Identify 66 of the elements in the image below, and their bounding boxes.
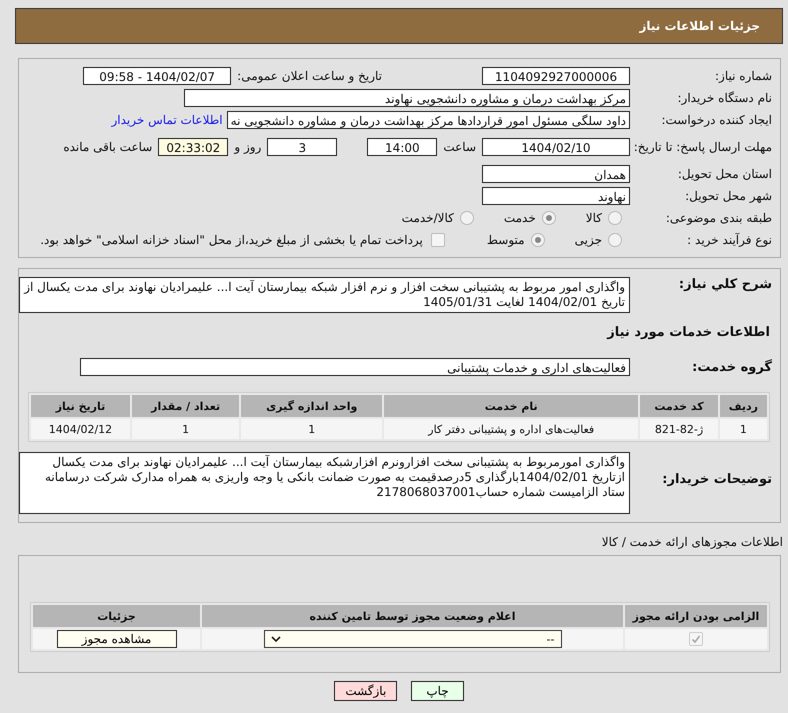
radio-label: خدمت [504,211,536,225]
field-label: تاریخ و ساعت اعلان عمومی: [237,69,382,83]
table-cell: 1 [132,419,240,439]
field-label: نوع فرآیند خرید : [686,233,773,247]
field-label: استان محل تحویل: [676,167,773,181]
field-label: گروه خدمت: [691,360,773,374]
field-label: شماره نیاز: [714,69,773,83]
table-cell: 1 [720,419,767,439]
section-heading: اطلاعات مجوزهای ارائه خدمت / کالا [600,535,783,549]
radio-label: کالا/خدمت [402,211,454,225]
column-header: الزامی بودن ارائه مجوز [625,605,767,627]
radio-button[interactable] [530,233,545,247]
announce-date-field: 1404/02/07 - 09:58 [83,67,232,85]
back-button[interactable]: بازگشت [334,681,398,701]
days-label: روز و [234,140,262,154]
description-field: واگذاری امور مربوط به پشتیبانی سخت افزار و نرم افزار شبکه بیمارستان آیت ا... علیمرادیان نهاوند برای مدت یکسال از تاریخ 1404/02/01 لغایت 1405/01/31 [19,277,630,313]
field-label: شرح کلي نياز: [678,277,773,292]
field-label: نام دستگاه خریدار: [676,91,773,105]
field-label: شهر محل تحویل: [684,189,773,203]
days-field: 3 [267,138,338,156]
print-button[interactable]: چاپ [411,681,464,701]
field-label: توضیحات خریدار: [661,471,773,487]
column-header: ردیف [720,395,767,417]
service-group-field: فعالیت‌های اداری و خدمات پشتیبانی [80,358,630,376]
column-header: تعداد / مقدار [132,395,240,417]
status-dropdown[interactable]: -- [264,630,562,648]
table-cell: 1 [241,419,382,439]
table-cell: 1404/02/12 [31,419,130,439]
column-header: تاریخ نیاز [31,395,130,417]
field-label: طبقه بندی موضوعی: [664,211,773,225]
column-header: جزئیات [33,605,200,627]
radio-button[interactable] [608,233,622,247]
requester-field: داود سلگی مسئول امور قراردادها مرکز بهداشت درمان و مشاوره دانشجویی نه [226,111,630,129]
checkmark-icon [691,634,701,644]
province-field: همدان [482,165,630,183]
checkbox[interactable] [689,632,703,646]
need-number-field: 1104092927000006 [482,67,630,85]
column-header: نام خدمت [384,395,638,417]
radio-button[interactable] [460,211,474,225]
column-header: اعلام وضعیت مجوز توسط تامین کننده [202,605,623,627]
field-label: مهلت ارسال پاسخ: تا تاریخ: [632,140,773,154]
radio-label: متوسط [486,233,525,247]
radio-label: جزیی [574,233,602,247]
view-permit-button[interactable]: مشاهده مجوز [56,630,176,648]
table-cell: فعالیت‌های اداره و پشتیبانی دفتر کار [384,419,638,439]
chevron-down-icon [270,636,280,642]
remaining-label: ساعت باقی مانده [63,140,152,154]
deadline-date-field: 1404/02/10 [482,138,630,156]
page-title: جزئیات اطلاعات نیاز [639,19,760,33]
city-field: نهاوند [482,187,630,205]
buyer-notes-field: واگذاری امورمربوط به پشتیبانی سخت افزارونرم افزارشبکه بیمارستان آیت ا... علیمرادیان نهاوند برای مدت یکسال ازتاریخ 1404/02/01بارگذاری 5درصدقیمت به صورت ضمانت بانکی یا وجه واریزی به همراه مدارک شرکت درسامانه ستاد الزامیست شماره حساب2178068037001 [19,452,630,514]
field-label: ایجاد کننده درخواست: [660,113,773,127]
radio-label: کالا [586,211,602,225]
column-header: واحد اندازه گیری [241,395,382,417]
remaining-time-field: 02:33:02 [158,138,228,156]
column-header: کد خدمت [640,395,718,417]
radio-button[interactable] [608,211,622,225]
section-heading: اطلاعات خدمات مورد نیاز [606,324,771,342]
time-label: ساعت [443,140,476,154]
deadline-time-field: 14:00 [367,138,438,156]
contact-link[interactable]: اطلاعات تماس خریدار [111,113,223,127]
checkbox[interactable] [430,233,445,247]
buyer-org-field: مرکز بهداشت درمان و مشاوره دانشجویی نهاوند [184,89,630,107]
table-cell: ژ-82-821 [640,419,718,439]
radio-button[interactable] [542,211,556,225]
checkbox-label: پرداخت تمام یا بخشی از مبلغ خرید،از محل "اسناد خزانه اسلامی" خواهد بود. [40,233,423,247]
